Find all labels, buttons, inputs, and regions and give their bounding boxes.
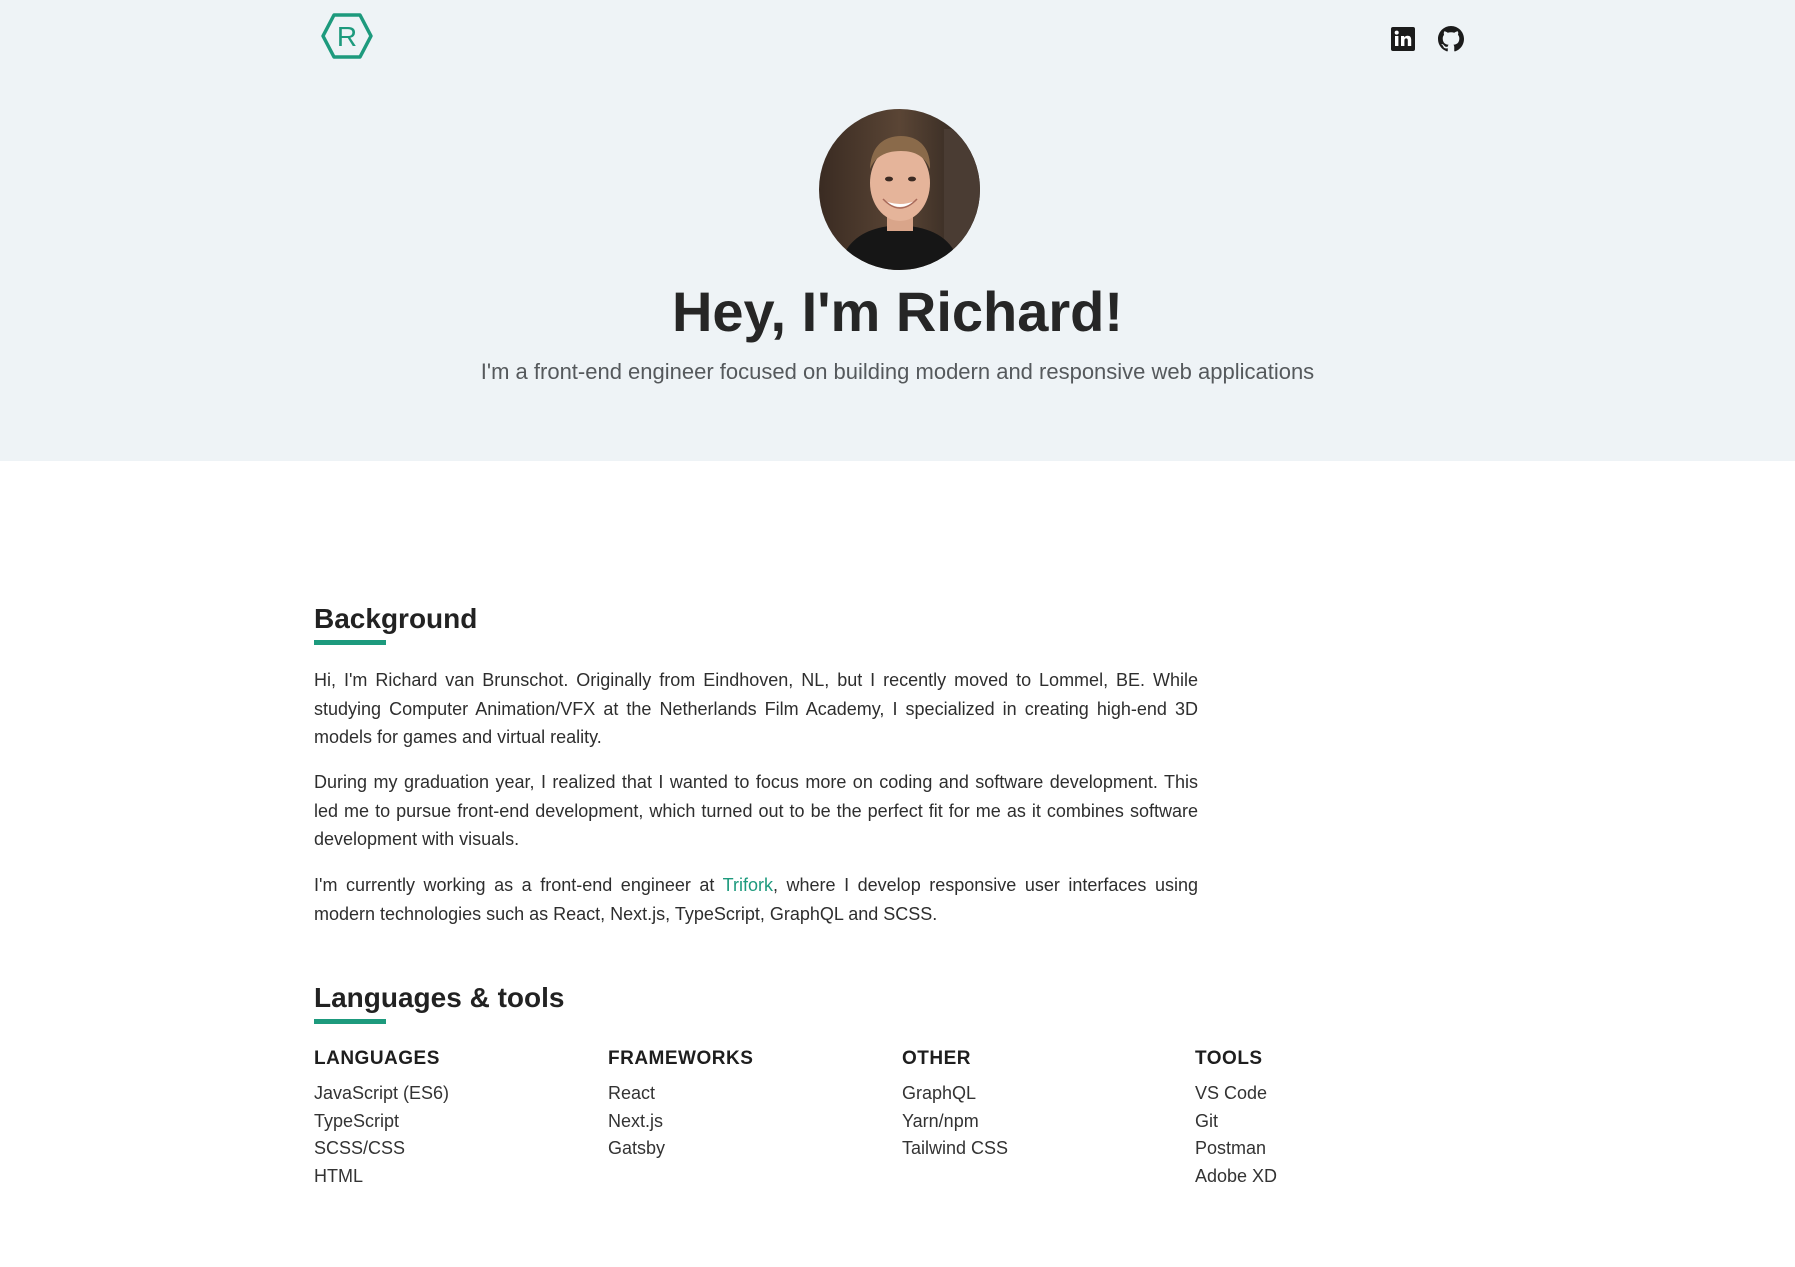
list-item: Postman (1195, 1138, 1267, 1159)
column-heading: OTHER (902, 1048, 971, 1069)
hero-title: Hey, I'm Richard! (671, 280, 1124, 343)
list-item: React (608, 1083, 656, 1103)
linkedin-link[interactable] (1390, 26, 1416, 52)
hero-subtitle: I'm a front-end engineer focused on buil… (480, 359, 1315, 384)
list-item: Adobe XD (1195, 1166, 1278, 1187)
logo-link[interactable]: R (321, 12, 373, 60)
list-item: Next.js (608, 1110, 664, 1131)
tools-column: TOOLS VS Code Git Postman Adobe XD (1195, 1044, 1475, 1191)
list-item: SCSS/CSS (314, 1138, 406, 1159)
background-heading: Background (314, 603, 478, 634)
background-paragraph-3: I'm currently working as a front-end eng… (314, 871, 1198, 928)
github-link[interactable] (1438, 26, 1464, 52)
list-item: HTML (314, 1166, 363, 1187)
background-paragraph-1: Hi, I'm Richard van Brunschot. Originall… (314, 670, 1198, 747)
list-item: GraphQL (902, 1083, 977, 1103)
column-heading: FRAMEWORKS (608, 1048, 754, 1069)
background-underline (314, 640, 386, 645)
frameworks-column: FRAMEWORKS React Next.js Gatsby (608, 1044, 888, 1163)
trifork-link[interactable]: Trifork (723, 875, 773, 895)
list-item: TypeScript (314, 1110, 400, 1131)
column-heading: TOOLS (1195, 1048, 1263, 1069)
svg-text:R: R (337, 21, 357, 52)
list-item: Yarn/npm (902, 1110, 979, 1131)
tools-heading: Languages & tools (314, 982, 565, 1013)
avatar (819, 109, 980, 270)
p3-before: I'm currently working as a front-end eng… (314, 875, 723, 895)
hero-section: R Hey, I'm Richard! I'm a front-end engi… (0, 0, 1795, 461)
languages-column: LANGUAGES JavaScript (ES6) TypeScript SC… (314, 1044, 594, 1191)
other-column: OTHER GraphQL Yarn/npm Tailwind CSS (902, 1044, 1182, 1163)
list-item: Git (1195, 1110, 1219, 1131)
list-item: VS Code (1195, 1083, 1268, 1103)
linkedin-icon (1391, 27, 1415, 51)
profile-photo (819, 109, 980, 270)
background-paragraph-2: During my graduation year, I realized th… (314, 772, 1198, 849)
logo-icon: R (321, 13, 373, 59)
column-heading: LANGUAGES (314, 1048, 440, 1069)
list-item: Tailwind CSS (902, 1138, 1009, 1159)
list-item: JavaScript (ES6) (314, 1083, 450, 1103)
github-icon (1438, 26, 1464, 52)
tools-underline (314, 1019, 386, 1024)
list-item: Gatsby (608, 1138, 666, 1159)
